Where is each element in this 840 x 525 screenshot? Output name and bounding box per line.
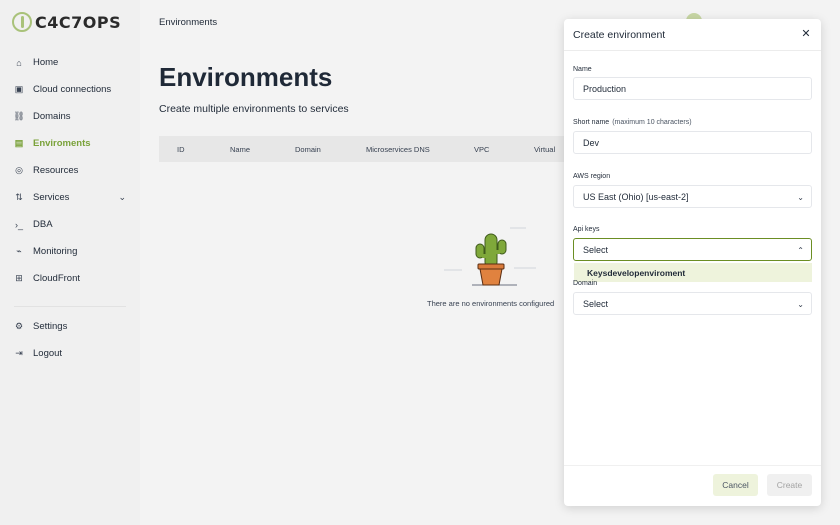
domain-label: Domain — [573, 280, 598, 287]
sidebar-item-logout[interactable]: ⇥ Logout — [0, 340, 140, 367]
sidebar-item-label: Resources — [33, 165, 79, 176]
short-name-input[interactable]: Dev — [573, 131, 812, 154]
short-name-label: Short name (maximum 10 characters) — [573, 119, 692, 126]
sidebar-item-dba[interactable]: ›_ DBA — [0, 211, 140, 238]
sidebar-nav: ⌂ Home ▣ Cloud connections ⛓ Domains ▤ E… — [0, 49, 140, 367]
chevron-down-icon[interactable]: ⌄ — [118, 192, 126, 203]
services-icon: ⇅ — [15, 192, 23, 202]
sidebar-item-label: Settings — [33, 321, 68, 332]
api-keys-label: Api keys — [573, 226, 600, 233]
chart-icon: ⌁ — [16, 246, 22, 256]
name-label: Name — [573, 66, 592, 73]
sidebar-item-label: Domains — [33, 111, 71, 122]
logout-icon: ⇥ — [15, 348, 23, 358]
domain-select[interactable]: Select ⌄ — [573, 292, 812, 315]
cancel-button[interactable]: Cancel — [713, 474, 758, 496]
create-environment-modal: Create environment ✕ Name Production Sho… — [564, 19, 821, 506]
sidebar: C4C7OPS ⌂ Home ▣ Cloud connections ⛓ Dom… — [0, 0, 140, 525]
short-name-input-value: Dev — [583, 137, 600, 148]
sidebar-item-label: CloudFront — [33, 273, 80, 284]
cactus-illustration-icon — [444, 227, 536, 286]
sidebar-item-enviroments[interactable]: ▤ Enviroments — [0, 130, 140, 157]
database-icon: ◎ — [15, 165, 23, 175]
grid-icon: ⊞ — [15, 273, 23, 283]
empty-state-text: There are no environments configured — [427, 299, 555, 308]
aws-region-label: AWS region — [573, 173, 611, 180]
sidebar-item-label: Services — [33, 192, 70, 203]
home-icon: ⌂ — [16, 57, 22, 68]
column-header-id: ID — [177, 145, 185, 154]
column-header-domain: Domain — [295, 145, 321, 154]
close-icon[interactable]: ✕ — [800, 28, 812, 40]
sidebar-item-home[interactable]: ⌂ Home — [0, 49, 140, 76]
gear-icon: ⚙ — [14, 321, 24, 331]
name-input[interactable]: Production — [573, 77, 812, 100]
sidebar-item-label: Cloud connections — [33, 84, 112, 95]
column-header-vpc: VPC — [474, 145, 490, 154]
sidebar-item-services[interactable]: ⇅ Services ⌄ — [0, 184, 140, 211]
chevron-down-icon: ⌄ — [797, 193, 804, 202]
sidebar-item-domains[interactable]: ⛓ Domains — [0, 103, 140, 130]
name-input-value: Production — [583, 83, 627, 94]
aws-region-select[interactable]: US East (Ohio) [us-east-2] ⌄ — [573, 185, 812, 208]
create-button[interactable]: Create — [767, 474, 812, 496]
domain-value: Select — [583, 298, 609, 309]
sidebar-item-resources[interactable]: ◎ Resources — [0, 157, 140, 184]
modal-footer-divider — [564, 465, 821, 466]
column-header-microservices-dns: Microservices DNS — [366, 145, 430, 154]
link-icon: ⛓ — [13, 111, 25, 121]
column-header-name: Name — [230, 145, 251, 154]
sidebar-item-label: Enviroments — [33, 138, 91, 149]
api-keys-option[interactable]: Keysdevelopenviroment — [574, 263, 812, 282]
short-name-label-text: Short name — [573, 119, 610, 126]
short-name-hint: (maximum 10 characters) — [612, 119, 692, 126]
sidebar-item-label: Monitoring — [33, 246, 78, 257]
aws-region-value: US East (Ohio) [us-east-2] — [583, 191, 689, 202]
layers-icon: ▤ — [14, 138, 24, 148]
column-header-virtual: Virtual — [534, 145, 556, 154]
cloud-icon: ▣ — [14, 84, 24, 94]
page-subtitle: Create multiple environments to services — [159, 103, 349, 115]
breadcrumb: Environments — [159, 17, 218, 28]
logo-icon — [12, 12, 32, 32]
sidebar-item-label: Logout — [33, 348, 63, 359]
chevron-down-icon: ⌄ — [797, 300, 804, 309]
chevron-up-icon: ⌃ — [797, 246, 804, 255]
sidebar-item-label: DBA — [33, 219, 53, 230]
modal-header: Create environment ✕ — [564, 19, 821, 51]
api-keys-value: Select — [583, 244, 609, 255]
modal-title: Create environment — [573, 29, 666, 41]
page-title: Environments — [159, 62, 333, 92]
sidebar-item-label: Home — [33, 57, 59, 68]
sidebar-divider — [14, 306, 126, 307]
logo-text: C4C7OPS — [35, 12, 122, 32]
table-header: ID Name Domain Microservices DNS VPC Vir… — [159, 136, 579, 162]
api-keys-select[interactable]: Select ⌃ — [573, 238, 812, 261]
logo[interactable]: C4C7OPS — [12, 12, 121, 32]
sidebar-item-settings[interactable]: ⚙ Settings — [0, 313, 140, 340]
sidebar-item-monitoring[interactable]: ⌁ Monitoring — [0, 238, 140, 265]
sidebar-item-cloud-connections[interactable]: ▣ Cloud connections — [0, 76, 140, 103]
terminal-icon: ›_ — [14, 219, 23, 230]
sidebar-item-cloudfront[interactable]: ⊞ CloudFront — [0, 265, 140, 292]
